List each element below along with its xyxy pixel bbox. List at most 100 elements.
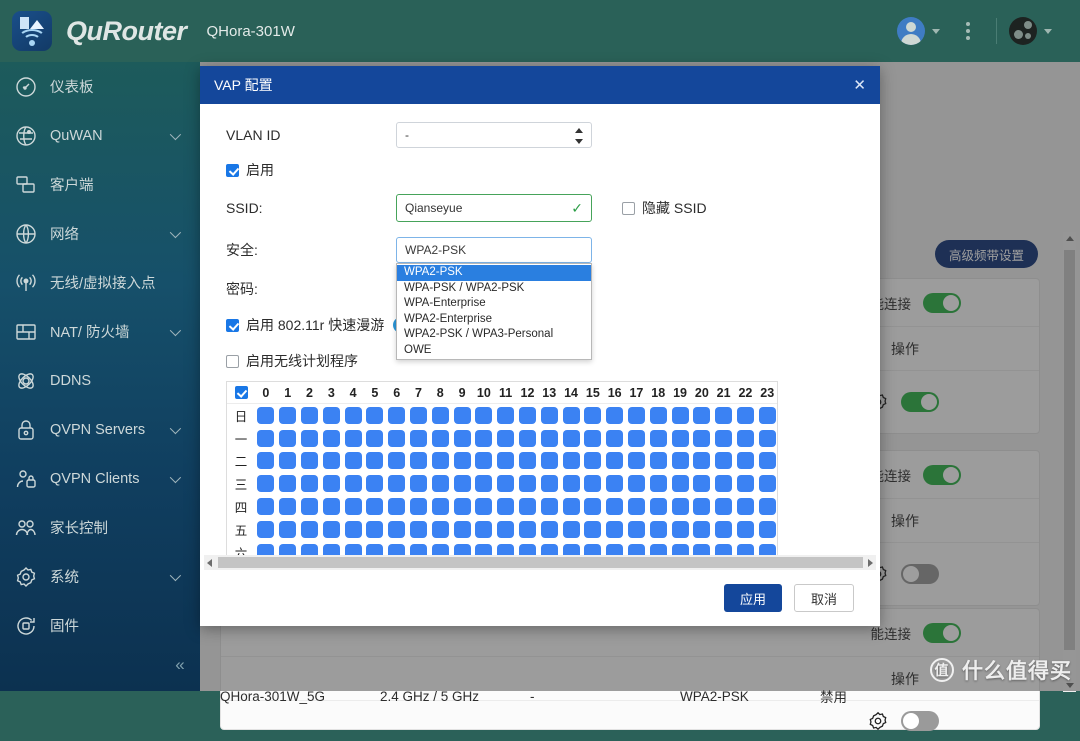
sidebar-item-qvpn-servers[interactable]: QVPN Servers — [0, 405, 200, 454]
hour-header[interactable]: 20 — [691, 386, 713, 400]
schedule-cell[interactable] — [735, 429, 757, 447]
schedule-cell[interactable] — [255, 520, 277, 538]
globe-icon[interactable] — [1009, 17, 1037, 45]
schedule-cell[interactable] — [517, 452, 539, 470]
schedule-cell[interactable] — [386, 429, 408, 447]
schedule-cell[interactable] — [669, 429, 691, 447]
schedule-cell[interactable] — [538, 520, 560, 538]
schedule-cell[interactable] — [560, 520, 582, 538]
chevron-down-icon[interactable] — [169, 471, 182, 483]
schedule-cell[interactable] — [451, 475, 473, 493]
hour-header[interactable]: 0 — [255, 386, 277, 400]
hour-header[interactable]: 6 — [386, 386, 408, 400]
schedule-cell[interactable] — [735, 475, 757, 493]
schedule-cell[interactable] — [735, 406, 757, 424]
schedule-cell[interactable] — [342, 429, 364, 447]
hour-header[interactable]: 5 — [364, 386, 386, 400]
schedule-cell[interactable] — [408, 498, 430, 516]
user-avatar[interactable] — [897, 17, 925, 45]
schedule-cell[interactable] — [320, 452, 342, 470]
schedule-cell[interactable] — [495, 498, 517, 516]
hour-header[interactable]: 10 — [473, 386, 495, 400]
schedule-cell[interactable] — [517, 429, 539, 447]
schedule-cell[interactable] — [255, 475, 277, 493]
schedule-cell[interactable] — [451, 406, 473, 424]
scrollbar-thumb[interactable] — [218, 557, 863, 568]
schedule-cell[interactable] — [299, 475, 321, 493]
hour-header[interactable]: 21 — [713, 386, 735, 400]
schedule-cell[interactable] — [560, 406, 582, 424]
schedule-cell[interactable] — [320, 406, 342, 424]
chevron-down-icon[interactable] — [169, 128, 182, 140]
schedule-grid[interactable]: 0 1 2 3 4 5 6 7 8 9 10 11 12 13 14 15 16 — [226, 381, 778, 565]
schedule-cell[interactable] — [647, 520, 669, 538]
schedule-cell[interactable] — [408, 475, 430, 493]
schedule-cell[interactable] — [342, 406, 364, 424]
close-icon[interactable]: ✕ — [853, 76, 866, 94]
schedule-cell[interactable] — [255, 429, 277, 447]
schedule-cell[interactable] — [713, 429, 735, 447]
day-header[interactable]: 四 — [227, 497, 255, 516]
vlan-id-select[interactable]: - — [396, 122, 592, 148]
schedule-cell[interactable] — [756, 475, 778, 493]
schedule-cell[interactable] — [517, 406, 539, 424]
dropdown-option[interactable]: WPA2-Enterprise — [397, 312, 591, 328]
schedule-cell[interactable] — [473, 520, 495, 538]
schedule-cell[interactable] — [538, 452, 560, 470]
hour-header[interactable]: 7 — [408, 386, 430, 400]
schedule-cell[interactable] — [299, 429, 321, 447]
schedule-cell[interactable] — [604, 406, 626, 424]
schedule-cell[interactable] — [364, 452, 386, 470]
sidebar-item-firmware[interactable]: 固件 — [0, 601, 200, 650]
hour-header[interactable]: 13 — [538, 386, 560, 400]
schedule-cell[interactable] — [320, 498, 342, 516]
sidebar-item-wireless-ap[interactable]: 无线/虚拟接入点 — [0, 258, 200, 307]
schedule-cell[interactable] — [255, 406, 277, 424]
schedule-cell[interactable] — [299, 498, 321, 516]
schedule-cell[interactable] — [713, 406, 735, 424]
sidebar-item-nat-firewall[interactable]: NAT/ 防火墙 — [0, 307, 200, 356]
schedule-cell[interactable] — [538, 429, 560, 447]
schedule-cell[interactable] — [582, 475, 604, 493]
schedule-cell[interactable] — [408, 406, 430, 424]
ssid-input[interactable]: Qianseyue ✓ — [396, 194, 592, 222]
select-all-cell[interactable] — [227, 386, 255, 399]
schedule-cell[interactable] — [626, 429, 648, 447]
schedule-cell[interactable] — [473, 429, 495, 447]
spinner-updown-icon[interactable] — [575, 128, 583, 144]
dropdown-option[interactable]: WPA-Enterprise — [397, 296, 591, 312]
schedule-cell[interactable] — [691, 498, 713, 516]
schedule-cell[interactable] — [364, 429, 386, 447]
schedule-cell[interactable] — [342, 475, 364, 493]
schedule-cell[interactable] — [626, 406, 648, 424]
schedule-cell[interactable] — [429, 498, 451, 516]
schedule-cell[interactable] — [626, 520, 648, 538]
day-header[interactable]: 三 — [227, 474, 255, 493]
schedule-cell[interactable] — [386, 498, 408, 516]
sidebar-item-parental-control[interactable]: 家长控制 — [0, 503, 200, 552]
schedule-cell[interactable] — [277, 406, 299, 424]
schedule-cell[interactable] — [735, 520, 757, 538]
schedule-cell[interactable] — [386, 452, 408, 470]
schedule-cell[interactable] — [713, 452, 735, 470]
schedule-cell[interactable] — [495, 520, 517, 538]
schedule-cell[interactable] — [756, 452, 778, 470]
hour-header[interactable]: 19 — [669, 386, 691, 400]
schedule-cell[interactable] — [604, 498, 626, 516]
schedule-cell[interactable] — [277, 475, 299, 493]
schedule-cell[interactable] — [538, 498, 560, 516]
sidebar-item-qvpn-clients[interactable]: QVPN Clients — [0, 454, 200, 503]
schedule-cell[interactable] — [756, 406, 778, 424]
fast-roaming-checkbox[interactable] — [226, 318, 239, 332]
schedule-cell[interactable] — [582, 452, 604, 470]
hour-header[interactable]: 1 — [277, 386, 299, 400]
schedule-cell[interactable] — [582, 520, 604, 538]
schedule-cell[interactable] — [429, 406, 451, 424]
hour-header[interactable]: 17 — [626, 386, 648, 400]
schedule-cell[interactable] — [342, 498, 364, 516]
schedule-cell[interactable] — [647, 406, 669, 424]
schedule-cell[interactable] — [669, 475, 691, 493]
schedule-cell[interactable] — [277, 498, 299, 516]
schedule-cell[interactable] — [582, 498, 604, 516]
schedule-cell[interactable] — [517, 498, 539, 516]
